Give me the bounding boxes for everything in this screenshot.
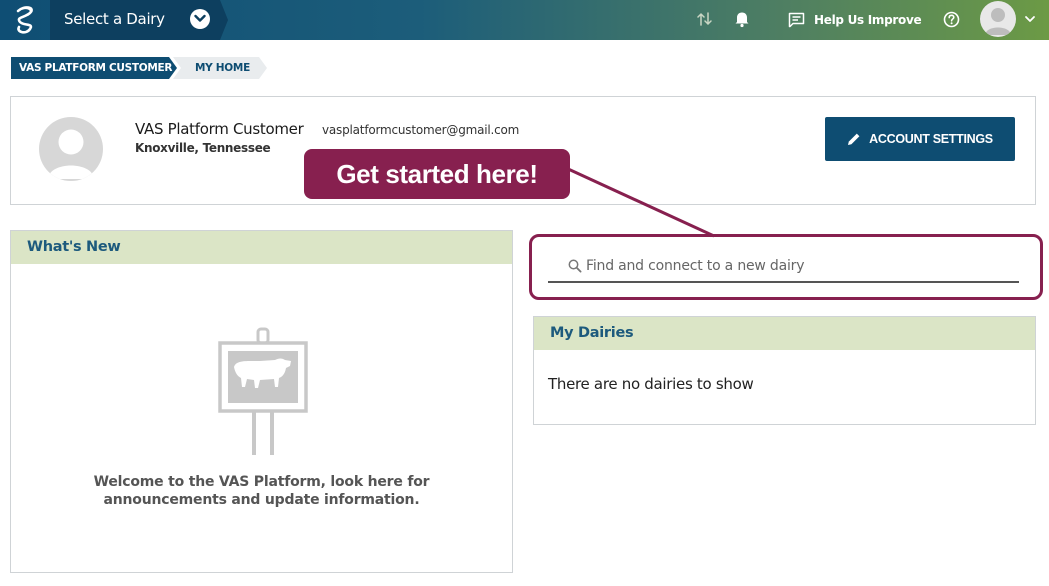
get-started-callout: Get started here! (304, 149, 570, 199)
callout-pointer-line (565, 166, 715, 238)
